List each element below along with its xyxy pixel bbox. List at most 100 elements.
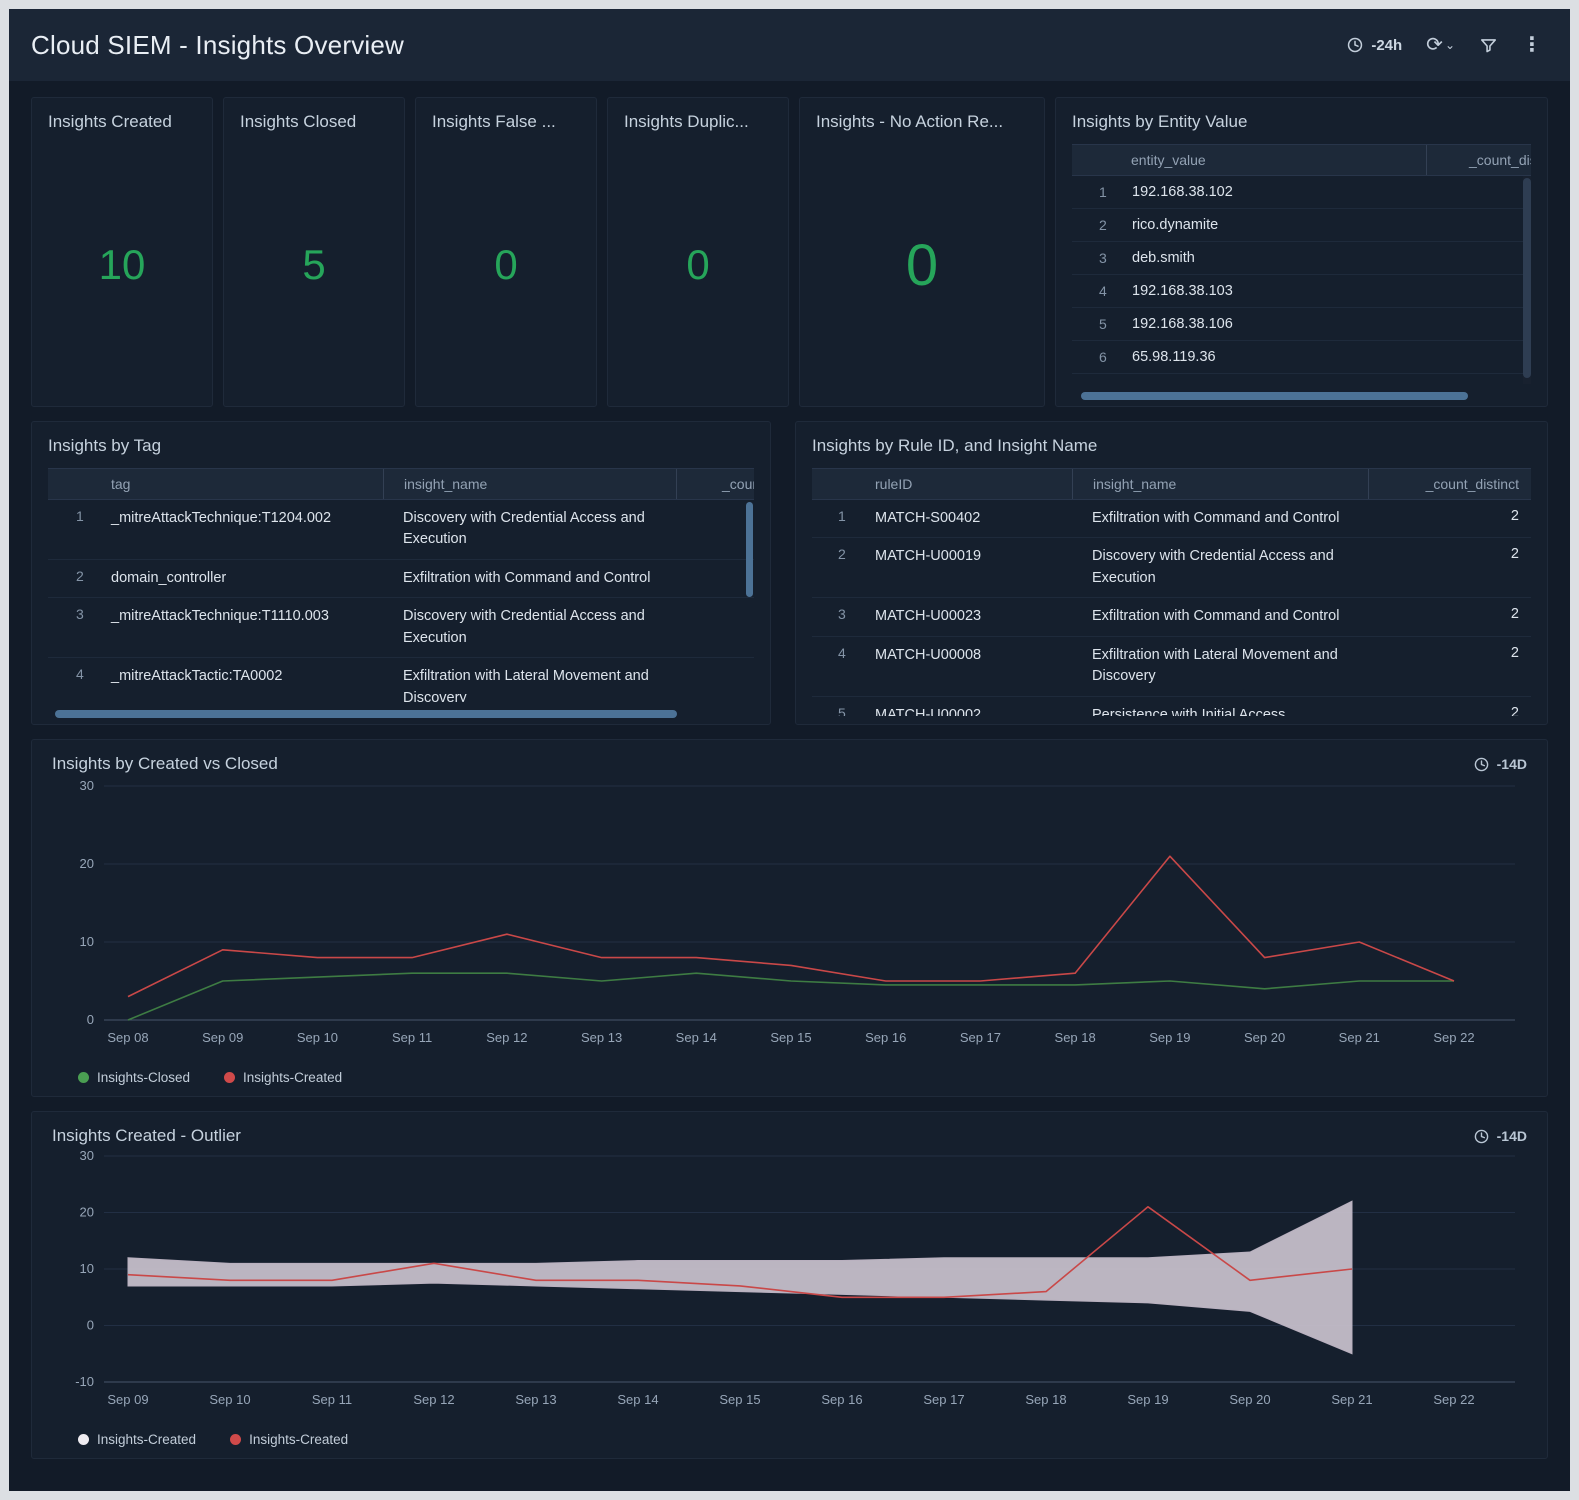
table-row[interactable]: 4MATCH-U00008Exfiltration with Lateral M… <box>812 637 1531 697</box>
table-row[interactable]: 5192.168.38.106 <box>1072 308 1531 341</box>
table-row[interactable]: 2rico.dynamite <box>1072 209 1531 242</box>
table-row[interactable]: 2domain_controllerExfiltration with Comm… <box>48 560 754 598</box>
panel-insights-by-rule-id: Insights by Rule ID, and Insight Name ru… <box>795 421 1548 725</box>
table-row[interactable]: 3_mitreAttackTechnique:T1110.003Discover… <box>48 598 754 658</box>
x-tick-label: Sep 15 <box>719 1392 760 1407</box>
rule-id-cell: MATCH-U00008 <box>875 637 1072 674</box>
rule-id-cell: MATCH-U00019 <box>875 538 1072 575</box>
created-vs-closed-chart: 0102030Sep 08Sep 09Sep 10Sep 11Sep 12Sep… <box>52 774 1527 1064</box>
legend-item[interactable]: Insights-Created <box>224 1070 342 1085</box>
legend-item[interactable]: Insights-Created <box>78 1432 196 1447</box>
clock-icon <box>1473 756 1490 773</box>
column-header-count-distinct[interactable]: _count_distinct <box>1368 469 1531 499</box>
entity-value-cell: 192.168.38.102 <box>1132 184 1531 200</box>
legend-label: Insights-Created <box>97 1432 196 1447</box>
kebab-menu-icon: ⋮ <box>1522 35 1542 55</box>
kpi-value: 0 <box>494 241 517 289</box>
screenshot-frame: Cloud SIEM - Insights Overview -24h ⟳ ⌄ … <box>0 0 1579 1500</box>
vertical-scrollbar-thumb[interactable] <box>1523 178 1531 378</box>
vertical-scrollbar-thumb[interactable] <box>746 502 753 597</box>
y-tick-label: 0 <box>87 1012 94 1027</box>
legend-dot <box>78 1434 89 1445</box>
chart-time-range[interactable]: -14D <box>1473 1128 1527 1145</box>
row-index: 4 <box>812 637 875 661</box>
kpi-insights-no-action[interactable]: Insights - No Action Re... 0 <box>799 97 1045 407</box>
panel-insights-created-outlier: Insights Created - Outlier -14D -1001020… <box>31 1111 1548 1459</box>
column-header-count[interactable]: _count_d <box>676 469 754 499</box>
table-row[interactable]: 4_mitreAttackTactic:TA0002Exfiltration w… <box>48 658 754 702</box>
filter-button[interactable] <box>1479 36 1498 55</box>
entity-value-cell: 65.98.119.36 <box>1132 349 1531 365</box>
x-tick-label: Sep 18 <box>1025 1392 1066 1407</box>
kpi-insights-duplicate[interactable]: Insights Duplic... 0 <box>607 97 789 407</box>
table-row[interactable]: 1MATCH-S00402Exfiltration with Command a… <box>812 500 1531 538</box>
table-row[interactable]: 4192.168.38.103 <box>1072 275 1531 308</box>
legend-item[interactable]: Insights-Created <box>230 1432 348 1447</box>
x-tick-label: Sep 11 <box>312 1392 352 1407</box>
panel-title: Insights by Tag <box>48 436 754 456</box>
panel-insights-by-tag: Insights by Tag tag insight_name _count_… <box>31 421 771 725</box>
horizontal-scrollbar-thumb[interactable] <box>1081 392 1469 400</box>
y-tick-label: 30 <box>80 778 94 793</box>
x-tick-label: Sep 18 <box>1055 1030 1096 1045</box>
kpi-insights-closed[interactable]: Insights Closed 5 <box>223 97 405 407</box>
legend-item[interactable]: Insights-Closed <box>78 1070 190 1085</box>
table-row[interactable]: 3deb.smith <box>1072 242 1531 275</box>
clock-icon <box>1346 36 1364 54</box>
row-index: 1 <box>812 500 875 524</box>
kebab-menu-button[interactable]: ⋮ <box>1522 35 1542 55</box>
kpi-insights-created[interactable]: Insights Created 10 <box>31 97 213 407</box>
insights-created-line <box>128 856 1454 996</box>
chart-time-range-label: -14D <box>1497 1128 1527 1144</box>
x-tick-label: Sep 15 <box>770 1030 811 1045</box>
column-header-entity-value[interactable]: entity_value <box>1072 152 1426 168</box>
insights-closed-line <box>128 973 1454 1020</box>
column-header-tag[interactable]: tag <box>111 476 383 492</box>
table-row[interactable]: 3MATCH-U00023Exfiltration with Command a… <box>812 598 1531 636</box>
panel-title: Insights by Rule ID, and Insight Name <box>812 436 1531 456</box>
legend-label: Insights-Closed <box>97 1070 190 1085</box>
x-tick-label: Sep 09 <box>107 1392 148 1407</box>
x-tick-label: Sep 20 <box>1229 1392 1270 1407</box>
legend-dot <box>230 1434 241 1445</box>
horizontal-scrollbar-thumb[interactable] <box>55 710 676 718</box>
table-row[interactable]: 5MATCH-U00002Persistence with Initial Ac… <box>812 697 1531 716</box>
entity-value-cell: 192.168.38.103 <box>1132 283 1531 299</box>
row-index: 3 <box>812 598 875 622</box>
x-tick-label: Sep 22 <box>1433 1030 1474 1045</box>
clock-icon <box>1473 1128 1490 1145</box>
x-tick-label: Sep 17 <box>960 1030 1001 1045</box>
x-tick-label: Sep 19 <box>1149 1030 1190 1045</box>
kpi-title: Insights - No Action Re... <box>816 112 1028 132</box>
table-row[interactable]: 1192.168.38.102 <box>1072 176 1531 209</box>
table-row[interactable]: 665.98.119.36 <box>1072 341 1531 374</box>
time-range-control[interactable]: -24h <box>1346 36 1402 54</box>
dashboard-header: Cloud SIEM - Insights Overview -24h ⟳ ⌄ … <box>9 9 1570 81</box>
column-header-rule-id[interactable]: ruleID <box>875 476 1072 492</box>
kpi-title: Insights Duplic... <box>624 112 772 132</box>
refresh-button[interactable]: ⟳ ⌄ <box>1426 35 1455 55</box>
chart-time-range[interactable]: -14D <box>1473 756 1527 773</box>
x-tick-label: Sep 19 <box>1127 1392 1168 1407</box>
horizontal-scrollbar[interactable] <box>52 710 750 718</box>
panel-insights-by-entity-value: Insights by Entity Value entity_value _c… <box>1055 97 1548 407</box>
column-header-insight-name[interactable]: insight_name <box>1072 469 1368 499</box>
tag-cell: _mitreAttackTactic:TA0002 <box>111 658 383 695</box>
y-tick-label: 0 <box>87 1318 94 1333</box>
entity-value-cell: deb.smith <box>1132 250 1531 266</box>
column-header-count-distinct[interactable]: _count_disti <box>1426 145 1531 175</box>
column-header-insight-name[interactable]: insight_name <box>383 469 676 499</box>
y-tick-label: -10 <box>75 1374 94 1389</box>
x-tick-label: Sep 13 <box>581 1030 622 1045</box>
x-tick-label: Sep 12 <box>413 1392 454 1407</box>
horizontal-scrollbar[interactable] <box>1076 392 1527 400</box>
x-tick-label: Sep 17 <box>923 1392 964 1407</box>
entity-value-cell: rico.dynamite <box>1132 217 1531 233</box>
row-index: 1 <box>1072 184 1132 200</box>
kpi-insights-false[interactable]: Insights False ... 0 <box>415 97 597 407</box>
kpi-row: Insights Created 10 Insights Closed 5 In… <box>31 97 1548 407</box>
header-controls: -24h ⟳ ⌄ ⋮ <box>1346 35 1542 55</box>
table-row[interactable]: 1_mitreAttackTechnique:T1204.002Discover… <box>48 500 754 560</box>
legend-dot <box>78 1072 89 1083</box>
table-row[interactable]: 2MATCH-U00019Discovery with Credential A… <box>812 538 1531 598</box>
